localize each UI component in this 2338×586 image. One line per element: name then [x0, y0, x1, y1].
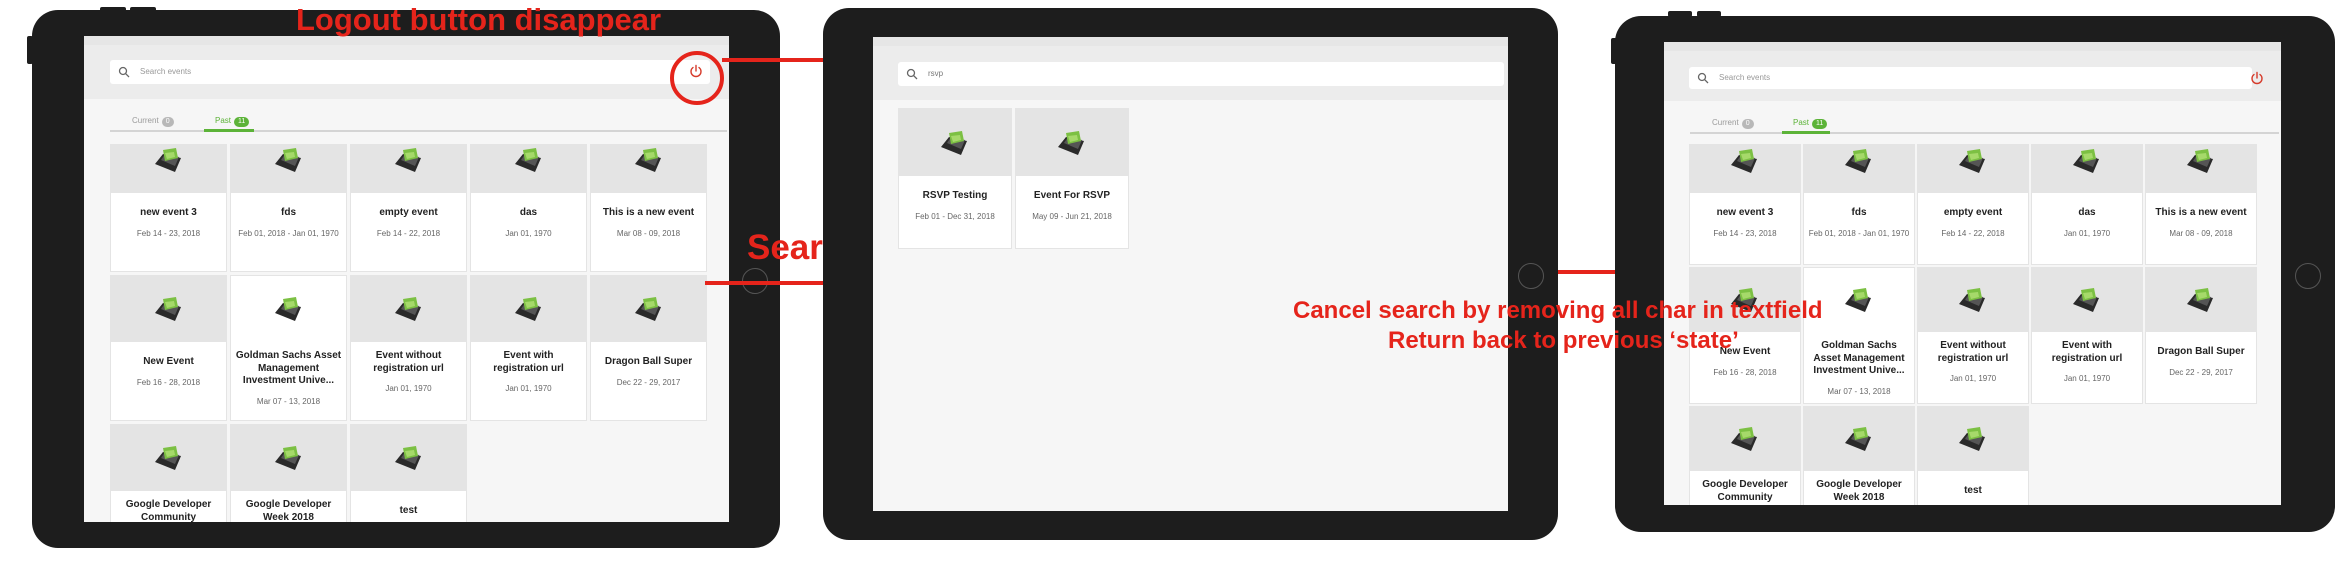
search-placeholder: Search events [1719, 73, 1771, 82]
event-title: new event 3 [1716, 207, 1774, 218]
event-card[interactable]: Event with registration url Jan 01, 1970 [2031, 267, 2143, 404]
event-date: Jan 01, 1970 [1949, 374, 1997, 383]
event-thumbnail [1918, 407, 2028, 471]
event-logo-icon [1839, 145, 1879, 177]
event-logo-icon [2181, 284, 2221, 316]
event-card[interactable]: testJan 01, 1970 [1917, 406, 2029, 505]
event-date: Feb 01, 2018 - Jan 01, 1970 [1808, 228, 1910, 238]
event-date: Feb 01 - Dec 31, 2018 [915, 211, 995, 221]
logout-icon[interactable] [2249, 70, 2265, 86]
tab-label: Current [1712, 118, 1739, 127]
search-input[interactable]: rsvp [898, 62, 1504, 86]
event-card[interactable]: new event 3 Feb 14 - 23, 2018 [1689, 144, 1801, 265]
tab-active-indicator [1782, 131, 1830, 134]
event-logo-icon [1052, 127, 1092, 159]
event-thumbnail [1804, 407, 1914, 471]
event-grid: RSVP Testing Feb 01 - Dec 31, 2018 Event F… [898, 108, 1129, 249]
status-bar [1664, 42, 2281, 51]
event-date: Jan 01, 1970 [2063, 374, 2111, 383]
event-card[interactable]: Event without registration url Jan 01, 19… [1917, 267, 2029, 404]
event-date: Feb 16 - 28, 2018 [1713, 367, 1777, 377]
event-card[interactable]: Goldman Sachs Asset Management Investmen… [1803, 267, 1915, 404]
search-icon [1697, 72, 1709, 84]
event-card[interactable]: fds Feb 01, 2018 - Jan 01, 1970 [1803, 144, 1915, 265]
event-card[interactable]: empty event Feb 14 - 22, 2018 [1917, 144, 2029, 265]
event-date: Mar 08 - 09, 2018 [2169, 228, 2233, 238]
home-button [2295, 263, 2321, 289]
screen-2: rsvp RSVP Testing Feb 01 - Dec 31, 2018 Ev… [873, 37, 1508, 511]
event-title: Event For RSVP [1033, 190, 1111, 201]
event-title: Event with registration url [2051, 340, 2123, 364]
event-title: Google Developer Week 2018 [1816, 479, 1902, 503]
event-title: empty event [1943, 207, 2003, 218]
event-logo-icon [1725, 145, 1765, 177]
event-date: Dec 22 - 29, 2017 [2169, 367, 2233, 377]
event-title: RSVP Testing [922, 190, 988, 201]
top-bar: rsvp [873, 46, 1508, 100]
status-bar [873, 37, 1508, 46]
event-title: das [2078, 207, 2096, 218]
event-card[interactable]: Google Developer Week 2018 [1803, 406, 1915, 505]
event-logo-icon [2181, 145, 2221, 177]
count-badge: 0 [1741, 119, 1754, 129]
event-thumbnail [2146, 268, 2256, 332]
event-title: Dragon Ball Super [2157, 346, 2245, 357]
event-thumbnail [1918, 268, 2028, 332]
event-title: This is a new event [2155, 207, 2247, 218]
return-annotation: Return back to previous ‘state’ [1388, 327, 1739, 354]
event-logo-icon [1839, 423, 1879, 455]
search-value: rsvp [928, 69, 944, 78]
event-thumbnail [2032, 145, 2142, 193]
logout-highlight-circle [670, 51, 724, 105]
event-logo-icon [1839, 284, 1879, 316]
tab-divider [1690, 132, 2279, 134]
tab-past[interactable]: Past 11 [1793, 118, 1828, 129]
event-thumbnail [1918, 145, 2028, 193]
event-thumbnail [1804, 145, 1914, 193]
event-thumbnail [2032, 268, 2142, 332]
cancel-annotation: Cancel search by removing all char in te… [1293, 297, 1823, 324]
event-title: Goldman Sachs Asset Management Investmen… [1813, 340, 1905, 376]
count-badge: 11 [1812, 119, 1828, 129]
search-input[interactable]: Search events [1689, 67, 2252, 89]
event-card[interactable]: Event For RSVP May 09 - Jun 21, 2018 [1015, 108, 1129, 249]
event-card[interactable]: Google Developer Community [1689, 406, 1801, 505]
event-logo-icon [1953, 423, 1993, 455]
event-date: Feb 14 - 23, 2018 [1713, 228, 1777, 238]
event-date: Feb 14 - 22, 2018 [1941, 228, 2005, 238]
event-logo-icon [1725, 423, 1765, 455]
event-thumbnail [1690, 407, 1800, 471]
event-card[interactable]: This is a new event Mar 08 - 09, 2018 [2145, 144, 2257, 265]
event-title: test [1964, 485, 1982, 496]
event-logo-icon [1953, 145, 1993, 177]
search-icon [906, 68, 918, 80]
event-title: fds [1851, 207, 1867, 218]
event-thumbnail [899, 109, 1011, 176]
event-card[interactable]: das Jan 01, 1970 [2031, 144, 2143, 265]
tab-label: Past [1793, 118, 1810, 127]
home-button [1518, 263, 1544, 289]
event-thumbnail [1016, 109, 1128, 176]
event-date: Jan 01, 1970 [2063, 228, 2111, 238]
event-logo-icon [935, 127, 975, 159]
event-logo-icon [2067, 145, 2107, 177]
event-logo-icon [1953, 284, 1993, 316]
tab-current[interactable]: Current 0 [1712, 118, 1754, 129]
event-date: May 09 - Jun 21, 2018 [1032, 211, 1112, 221]
top-bar: Search events [1664, 51, 2281, 101]
event-thumbnail [2146, 145, 2256, 193]
event-card[interactable]: RSVP Testing Feb 01 - Dec 31, 2018 [898, 108, 1012, 249]
event-thumbnail [1690, 145, 1800, 193]
event-date: Mar 07 - 13, 2018 [1827, 386, 1891, 396]
event-logo-icon [2067, 284, 2107, 316]
tab-bar: Current 0 Past 11 [1690, 116, 2279, 134]
event-title: Google Developer Community [1702, 479, 1788, 503]
event-card[interactable]: Dragon Ball Super Dec 22 - 29, 2017 [2145, 267, 2257, 404]
screen-3: Search events Current 0 Past 11 new event … [1664, 42, 2281, 505]
event-title: Event without registration url [1937, 340, 2009, 364]
